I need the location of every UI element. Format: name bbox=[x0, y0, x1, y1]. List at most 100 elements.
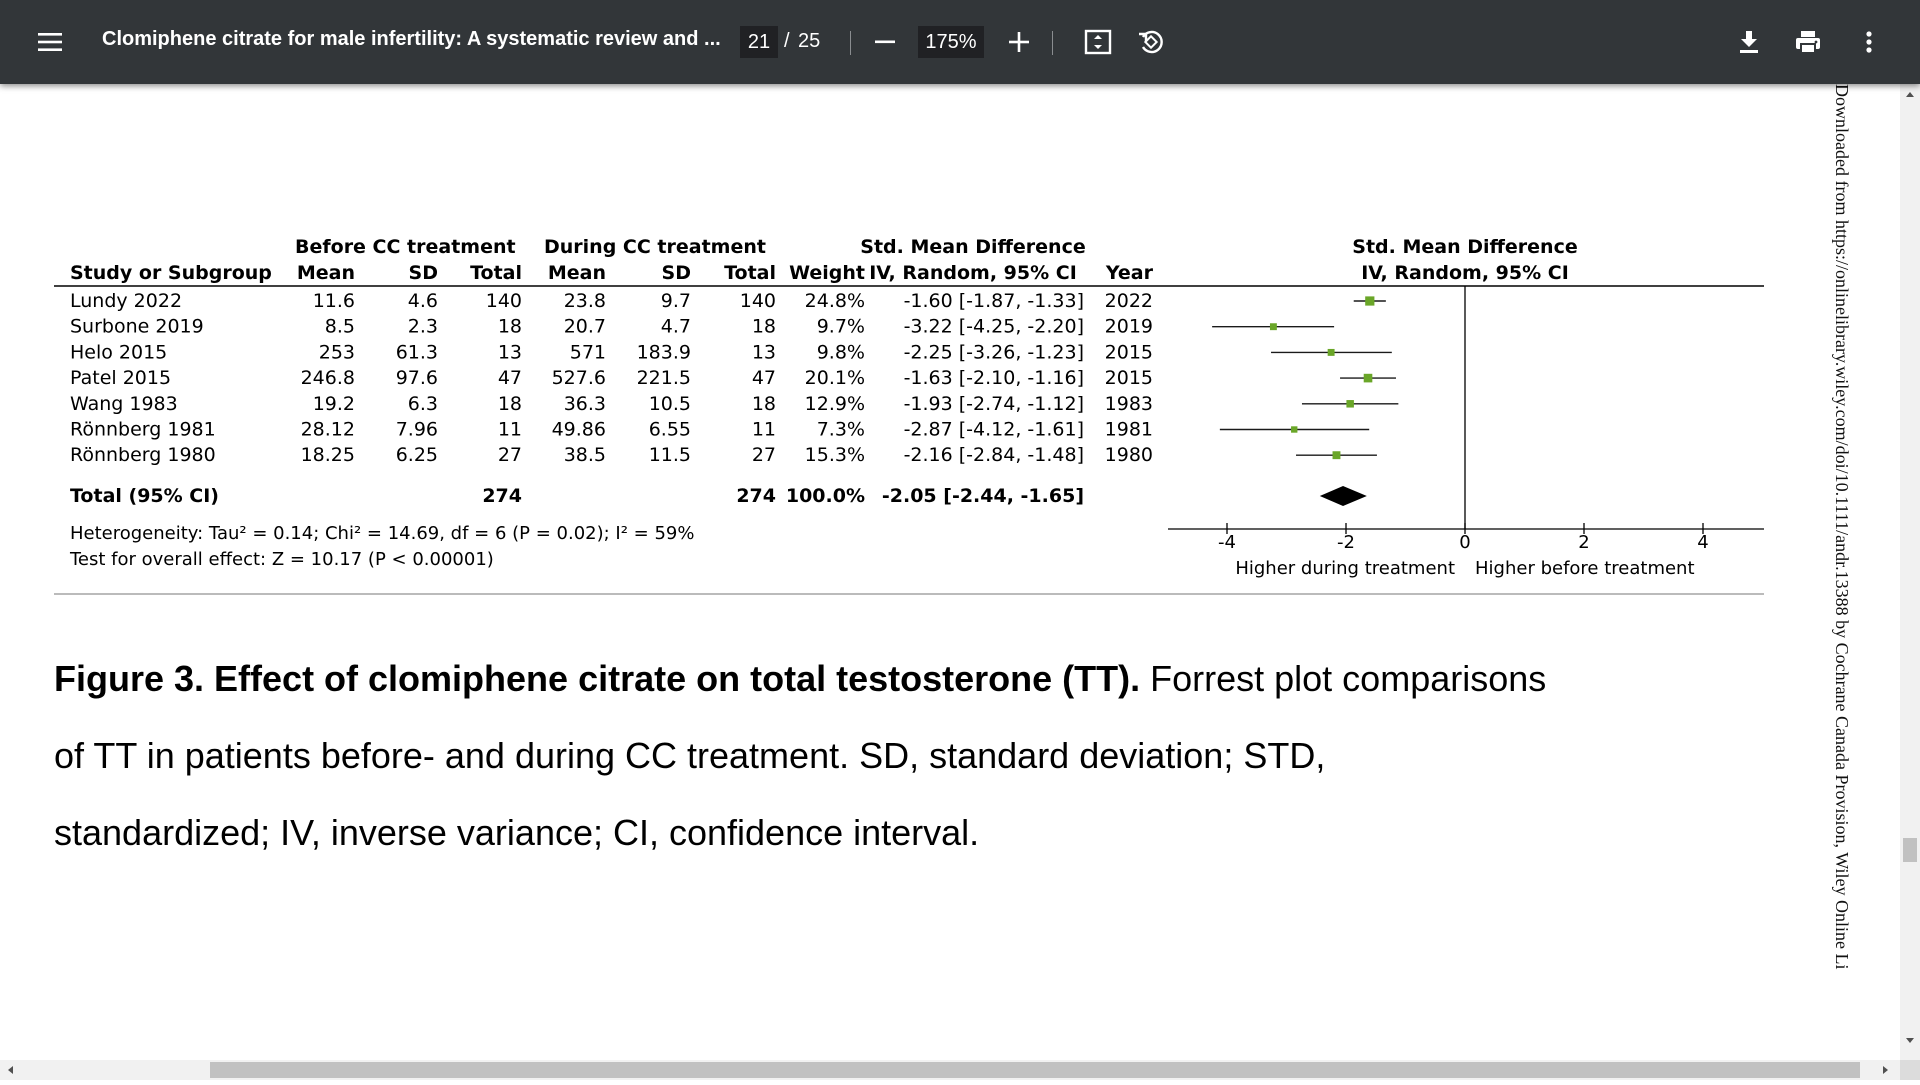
plus-icon[interactable] bbox=[999, 22, 1039, 62]
fit-page-icon[interactable] bbox=[1078, 22, 1118, 62]
table-cell-b-total: 18 bbox=[498, 393, 522, 415]
table-cell-d-sd: 6.55 bbox=[649, 419, 691, 441]
table-cell-b-mean: 18.25 bbox=[301, 444, 355, 466]
table-cell-year: 2022 bbox=[1105, 290, 1153, 312]
header-weight: Weight bbox=[789, 262, 865, 284]
table-cell-weight: 9.8% bbox=[817, 341, 865, 363]
vertical-scroll-thumb[interactable] bbox=[1903, 838, 1917, 862]
heterogeneity-stats: Heterogeneity: Tau² = 0.14; Chi² = 14.69… bbox=[70, 523, 695, 544]
table-cell-b-total: 140 bbox=[486, 290, 522, 312]
print-icon[interactable] bbox=[1788, 22, 1828, 62]
table-cell-b-sd: 2.3 bbox=[408, 316, 438, 338]
x-axis-tick-label: 2 bbox=[1578, 532, 1589, 553]
header-during-mean: Mean bbox=[548, 262, 606, 284]
caption-line-3: standardized; IV, inverse variance; CI, … bbox=[54, 812, 980, 853]
caption-figure-title: Figure 3. Effect of clomiphene citrate o… bbox=[54, 658, 1141, 699]
vertical-scrollbar[interactable] bbox=[1900, 84, 1920, 1060]
download-icon[interactable] bbox=[1729, 22, 1769, 62]
table-cell-weight: 20.1% bbox=[805, 367, 865, 389]
table-cell-b-sd: 4.6 bbox=[408, 290, 438, 312]
header-method: IV, Random, 95% CI bbox=[869, 262, 1077, 284]
header-before-cc: Before CC treatment bbox=[295, 236, 516, 258]
table-cell-d-total: 140 bbox=[740, 290, 776, 312]
table-cell-b-total: 47 bbox=[498, 367, 522, 389]
overall-effect-test: Test for overall effect: Z = 10.17 (P < … bbox=[69, 549, 494, 570]
pdf-toolbar: Clomiphene citrate for male infertility:… bbox=[0, 0, 1920, 84]
favours-left-label: Higher during treatment bbox=[1235, 558, 1455, 579]
table-cell-study: Wang 1983 bbox=[70, 393, 178, 415]
table-cell-study: Rönnberg 1981 bbox=[70, 419, 216, 441]
header-before-total: Total bbox=[470, 262, 522, 284]
table-cell-d-total: 27 bbox=[752, 444, 776, 466]
table-cell-b-mean: 246.8 bbox=[301, 367, 355, 389]
page-number-input[interactable]: 21 bbox=[740, 26, 778, 58]
table-cell-year: 1983 bbox=[1105, 393, 1153, 415]
scroll-left-icon[interactable] bbox=[0, 1060, 20, 1080]
favours-right-label: Higher before treatment bbox=[1475, 558, 1695, 579]
table-cell-weight: 24.8% bbox=[805, 290, 865, 312]
more-vert-icon[interactable] bbox=[1849, 22, 1889, 62]
download-notice-text: Downloaded from https://onlinelibrary.wi… bbox=[1832, 84, 1852, 970]
point-estimate-marker bbox=[1269, 323, 1277, 331]
table-cell-d-sd: 183.9 bbox=[637, 341, 691, 363]
table-cell-year: 2019 bbox=[1105, 316, 1153, 338]
table-cell-ci: -1.63 [-2.10, -1.16] bbox=[904, 367, 1084, 389]
table-cell-d-total: 13 bbox=[752, 341, 776, 363]
table-cell-b-mean: 8.5 bbox=[325, 316, 355, 338]
download-notice: Downloaded from https://onlinelibrary.wi… bbox=[1826, 84, 1856, 1060]
zoom-level-input[interactable]: 175% bbox=[918, 26, 984, 58]
table-cell-b-total: 13 bbox=[498, 341, 522, 363]
total-weight: 100.0% bbox=[786, 485, 865, 507]
header-plot-method: IV, Random, 95% CI bbox=[1361, 262, 1569, 284]
table-cell-ci: -2.87 [-4.12, -1.61] bbox=[904, 419, 1084, 441]
table-cell-d-mean: 49.86 bbox=[552, 419, 606, 441]
scroll-down-icon[interactable] bbox=[1900, 1030, 1920, 1050]
table-cell-d-mean: 527.6 bbox=[552, 367, 606, 389]
table-cell-d-sd: 9.7 bbox=[661, 290, 691, 312]
header-year: Year bbox=[1105, 262, 1154, 284]
table-cell-year: 2015 bbox=[1105, 367, 1153, 389]
point-estimate-marker bbox=[1363, 373, 1373, 383]
table-cell-study: Rönnberg 1980 bbox=[70, 444, 216, 466]
point-estimate-marker bbox=[1327, 348, 1335, 356]
toolbar-divider bbox=[850, 31, 851, 55]
table-cell-ci: -3.22 [-4.25, -2.20] bbox=[904, 316, 1084, 338]
table-cell-b-sd: 6.25 bbox=[396, 444, 438, 466]
table-cell-b-mean: 11.6 bbox=[313, 290, 355, 312]
point-estimate-marker bbox=[1291, 426, 1298, 433]
table-cell-d-mean: 571 bbox=[570, 341, 606, 363]
pdf-page-viewer[interactable]: Before CC treatment During CC treatment … bbox=[0, 84, 1900, 1060]
table-cell-study: Lundy 2022 bbox=[70, 290, 182, 312]
table-cell-d-mean: 38.5 bbox=[564, 444, 606, 466]
rotate-icon[interactable] bbox=[1131, 22, 1171, 62]
x-axis-tick-label: -4 bbox=[1218, 532, 1236, 553]
table-cell-d-sd: 4.7 bbox=[661, 316, 691, 338]
table-cell-b-mean: 19.2 bbox=[313, 393, 355, 415]
minus-icon[interactable] bbox=[866, 22, 906, 62]
table-cell-b-mean: 28.12 bbox=[301, 419, 355, 441]
x-axis-tick-label: -2 bbox=[1337, 532, 1355, 553]
header-during-cc: During CC treatment bbox=[544, 236, 766, 258]
x-axis-tick-label: 0 bbox=[1459, 532, 1470, 553]
table-cell-ci: -1.93 [-2.74, -1.12] bbox=[904, 393, 1084, 415]
header-before-sd: SD bbox=[409, 262, 438, 284]
menu-icon[interactable] bbox=[30, 22, 70, 62]
scroll-up-icon[interactable] bbox=[1900, 84, 1920, 104]
table-cell-b-sd: 61.3 bbox=[396, 341, 438, 363]
horizontal-scroll-thumb[interactable] bbox=[210, 1062, 1860, 1078]
table-cell-d-total: 11 bbox=[752, 419, 776, 441]
table-cell-b-total: 18 bbox=[498, 316, 522, 338]
page-separator: / bbox=[784, 30, 790, 52]
table-cell-year: 1981 bbox=[1105, 419, 1153, 441]
table-cell-d-mean: 20.7 bbox=[564, 316, 606, 338]
table-cell-weight: 12.9% bbox=[805, 393, 865, 415]
header-study: Study or Subgroup bbox=[70, 262, 272, 284]
table-cell-d-sd: 10.5 bbox=[649, 393, 691, 415]
point-estimate-marker bbox=[1365, 296, 1375, 306]
scroll-right-icon[interactable] bbox=[1876, 1060, 1896, 1080]
table-cell-year: 1980 bbox=[1105, 444, 1153, 466]
total-label: Total (95% CI) bbox=[70, 485, 219, 507]
scrollbar-corner bbox=[1900, 1060, 1920, 1080]
x-axis-tick-label: 4 bbox=[1697, 532, 1708, 553]
header-before-mean: Mean bbox=[297, 262, 355, 284]
